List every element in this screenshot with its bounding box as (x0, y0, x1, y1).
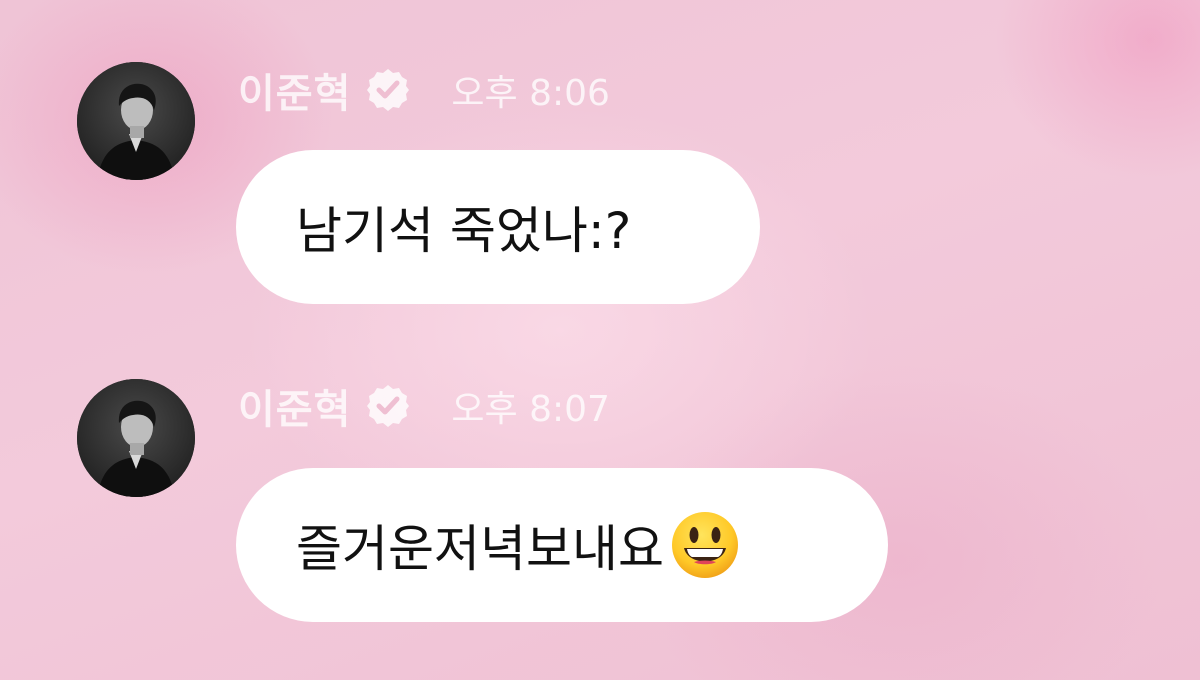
message-bubble[interactable]: 남기석 죽었나:? (236, 150, 760, 304)
sender-avatar[interactable] (77, 62, 195, 180)
sender-name[interactable]: 이준혁 (238, 61, 351, 119)
message-timestamp: 오후 8:06 (451, 73, 610, 114)
message-text: 남기석 죽었나:? (296, 202, 632, 260)
verified-badge-icon (367, 69, 410, 111)
grinning-face-icon (672, 512, 738, 578)
message-text: 즐거운저녁보내요 (296, 520, 664, 578)
message-timestamp: 오후 8:07 (451, 389, 610, 430)
message-bubble[interactable]: 즐거운저녁보내요 (236, 468, 888, 622)
chat-thread: 이준혁 오후 8:06 남기석 죽었나:? 이준혁 오후 8:07 즐거운저녁보… (0, 0, 1200, 680)
sender-name[interactable]: 이준혁 (238, 377, 351, 435)
message-header: 이준혁 오후 8:06 (238, 60, 610, 120)
verified-badge-icon (367, 385, 410, 427)
sender-avatar[interactable] (77, 379, 195, 497)
message-header: 이준혁 오후 8:07 (238, 376, 610, 436)
